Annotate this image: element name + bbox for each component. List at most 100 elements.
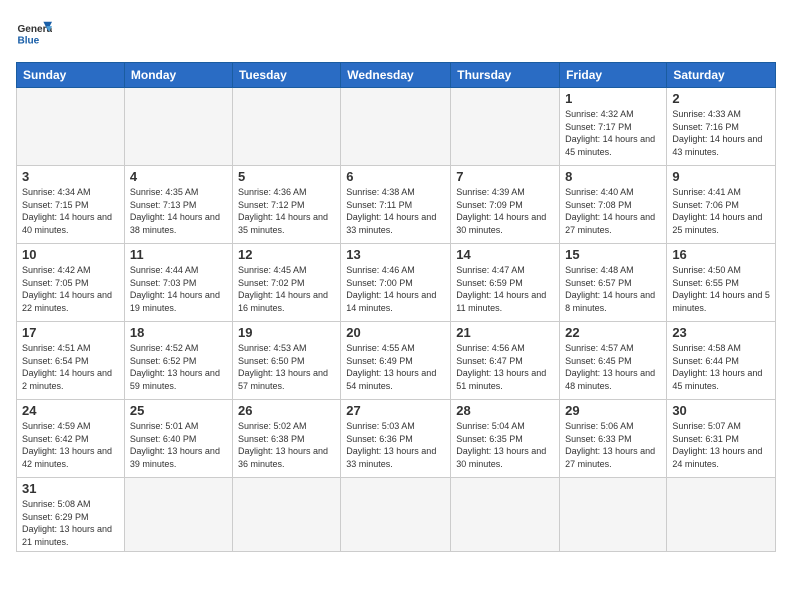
day-info: Sunrise: 4:45 AM Sunset: 7:02 PM Dayligh… xyxy=(238,264,335,314)
day-number: 5 xyxy=(238,169,335,184)
calendar-cell: 22Sunrise: 4:57 AM Sunset: 6:45 PM Dayli… xyxy=(560,322,667,400)
calendar-cell: 19 Sunrise: 4:53 AM Sunset: 6:50 PM Dayli… xyxy=(232,322,340,400)
day-info: Sunrise: 4:35 AM Sunset: 7:13 PM Dayligh… xyxy=(130,186,227,236)
calendar-cell: 17 Sunrise: 4:51 AM Sunset: 6:54 PM Dayli… xyxy=(17,322,125,400)
calendar-cell: 24 Sunrise: 4:59 AM Sunset: 6:42 PM Dayli… xyxy=(17,400,125,478)
calendar-cell: 27Sunrise: 5:03 AM Sunset: 6:36 PM Dayli… xyxy=(341,400,451,478)
calendar-cell: 31 Sunrise: 5:08 AM Sunset: 6:29 PM Dayli… xyxy=(17,478,125,552)
day-number: 4 xyxy=(130,169,227,184)
day-number: 23 xyxy=(672,325,770,340)
day-info: Sunrise: 5:08 AM Sunset: 6:29 PM Dayligh… xyxy=(22,498,119,548)
day-number: 25 xyxy=(130,403,227,418)
calendar-cell: 20Sunrise: 4:55 AM Sunset: 6:49 PM Dayli… xyxy=(341,322,451,400)
day-header-monday: Monday xyxy=(124,63,232,88)
day-info: Sunrise: 5:02 AM Sunset: 6:38 PM Dayligh… xyxy=(238,420,335,470)
calendar-cell: 4 Sunrise: 4:35 AM Sunset: 7:13 PM Daylig… xyxy=(124,166,232,244)
day-info: Sunrise: 4:59 AM Sunset: 6:42 PM Dayligh… xyxy=(22,420,119,470)
calendar-cell: 9Sunrise: 4:41 AM Sunset: 7:06 PM Daylig… xyxy=(667,166,776,244)
calendar-cell xyxy=(17,88,125,166)
calendar-cell: 1 Sunrise: 4:32 AM Sunset: 7:17 PM Daylig… xyxy=(560,88,667,166)
day-number: 16 xyxy=(672,247,770,262)
day-number: 27 xyxy=(346,403,445,418)
day-number: 31 xyxy=(22,481,119,496)
day-info: Sunrise: 5:06 AM Sunset: 6:33 PM Dayligh… xyxy=(565,420,661,470)
day-number: 29 xyxy=(565,403,661,418)
calendar-cell xyxy=(341,88,451,166)
day-info: Sunrise: 4:39 AM Sunset: 7:09 PM Dayligh… xyxy=(456,186,554,236)
day-info: Sunrise: 4:36 AM Sunset: 7:12 PM Dayligh… xyxy=(238,186,335,236)
day-number: 26 xyxy=(238,403,335,418)
day-info: Sunrise: 4:42 AM Sunset: 7:05 PM Dayligh… xyxy=(22,264,119,314)
day-info: Sunrise: 4:50 AM Sunset: 6:55 PM Dayligh… xyxy=(672,264,770,314)
day-number: 2 xyxy=(672,91,770,106)
day-info: Sunrise: 4:46 AM Sunset: 7:00 PM Dayligh… xyxy=(346,264,445,314)
calendar-cell: 14Sunrise: 4:47 AM Sunset: 6:59 PM Dayli… xyxy=(451,244,560,322)
day-info: Sunrise: 4:47 AM Sunset: 6:59 PM Dayligh… xyxy=(456,264,554,314)
svg-text:Blue: Blue xyxy=(17,35,39,46)
day-info: Sunrise: 4:53 AM Sunset: 6:50 PM Dayligh… xyxy=(238,342,335,392)
calendar-cell: 8 Sunrise: 4:40 AM Sunset: 7:08 PM Daylig… xyxy=(560,166,667,244)
calendar-cell: 11 Sunrise: 4:44 AM Sunset: 7:03 PM Dayli… xyxy=(124,244,232,322)
day-number: 28 xyxy=(456,403,554,418)
day-info: Sunrise: 4:57 AM Sunset: 6:45 PM Dayligh… xyxy=(565,342,661,392)
logo-icon: General Blue xyxy=(16,16,52,52)
day-info: Sunrise: 4:51 AM Sunset: 6:54 PM Dayligh… xyxy=(22,342,119,392)
day-number: 17 xyxy=(22,325,119,340)
calendar-table: SundayMondayTuesdayWednesdayThursdayFrid… xyxy=(16,62,776,552)
day-number: 7 xyxy=(456,169,554,184)
day-number: 30 xyxy=(672,403,770,418)
calendar-cell: 18 Sunrise: 4:52 AM Sunset: 6:52 PM Dayli… xyxy=(124,322,232,400)
day-info: Sunrise: 4:56 AM Sunset: 6:47 PM Dayligh… xyxy=(456,342,554,392)
day-number: 15 xyxy=(565,247,661,262)
day-info: Sunrise: 4:44 AM Sunset: 7:03 PM Dayligh… xyxy=(130,264,227,314)
day-number: 8 xyxy=(565,169,661,184)
day-number: 19 xyxy=(238,325,335,340)
day-info: Sunrise: 4:41 AM Sunset: 7:06 PM Dayligh… xyxy=(672,186,770,236)
day-info: Sunrise: 5:01 AM Sunset: 6:40 PM Dayligh… xyxy=(130,420,227,470)
calendar-cell: 25 Sunrise: 5:01 AM Sunset: 6:40 PM Dayli… xyxy=(124,400,232,478)
calendar-cell: 15 Sunrise: 4:48 AM Sunset: 6:57 PM Dayli… xyxy=(560,244,667,322)
day-header-tuesday: Tuesday xyxy=(232,63,340,88)
day-number: 3 xyxy=(22,169,119,184)
day-info: Sunrise: 4:48 AM Sunset: 6:57 PM Dayligh… xyxy=(565,264,661,314)
day-number: 6 xyxy=(346,169,445,184)
day-info: Sunrise: 4:52 AM Sunset: 6:52 PM Dayligh… xyxy=(130,342,227,392)
day-header-wednesday: Wednesday xyxy=(341,63,451,88)
calendar-cell xyxy=(232,478,340,552)
day-number: 1 xyxy=(565,91,661,106)
calendar-cell: 10 Sunrise: 4:42 AM Sunset: 7:05 PM Dayli… xyxy=(17,244,125,322)
day-header-saturday: Saturday xyxy=(667,63,776,88)
calendar-cell: 16 Sunrise: 4:50 AM Sunset: 6:55 PM Dayli… xyxy=(667,244,776,322)
calendar-cell xyxy=(124,478,232,552)
calendar-cell: 2Sunrise: 4:33 AM Sunset: 7:16 PM Daylig… xyxy=(667,88,776,166)
calendar-cell xyxy=(341,478,451,552)
day-header-sunday: Sunday xyxy=(17,63,125,88)
day-header-friday: Friday xyxy=(560,63,667,88)
day-info: Sunrise: 4:32 AM Sunset: 7:17 PM Dayligh… xyxy=(565,108,661,158)
calendar-cell: 29 Sunrise: 5:06 AM Sunset: 6:33 PM Dayli… xyxy=(560,400,667,478)
day-number: 13 xyxy=(346,247,445,262)
logo: General Blue xyxy=(16,16,52,52)
day-info: Sunrise: 4:34 AM Sunset: 7:15 PM Dayligh… xyxy=(22,186,119,236)
day-number: 10 xyxy=(22,247,119,262)
calendar-header-row: SundayMondayTuesdayWednesdayThursdayFrid… xyxy=(17,63,776,88)
calendar-cell: 23Sunrise: 4:58 AM Sunset: 6:44 PM Dayli… xyxy=(667,322,776,400)
calendar-cell xyxy=(451,478,560,552)
calendar-cell: 28Sunrise: 5:04 AM Sunset: 6:35 PM Dayli… xyxy=(451,400,560,478)
day-number: 11 xyxy=(130,247,227,262)
day-info: Sunrise: 4:55 AM Sunset: 6:49 PM Dayligh… xyxy=(346,342,445,392)
calendar-cell xyxy=(560,478,667,552)
calendar-cell: 12Sunrise: 4:45 AM Sunset: 7:02 PM Dayli… xyxy=(232,244,340,322)
calendar-cell: 6 Sunrise: 4:38 AM Sunset: 7:11 PM Daylig… xyxy=(341,166,451,244)
calendar-cell xyxy=(232,88,340,166)
calendar-cell: 26 Sunrise: 5:02 AM Sunset: 6:38 PM Dayli… xyxy=(232,400,340,478)
day-number: 18 xyxy=(130,325,227,340)
calendar-cell: 5 Sunrise: 4:36 AM Sunset: 7:12 PM Daylig… xyxy=(232,166,340,244)
day-info: Sunrise: 5:07 AM Sunset: 6:31 PM Dayligh… xyxy=(672,420,770,470)
calendar-cell xyxy=(667,478,776,552)
page-header: General Blue xyxy=(16,16,776,52)
day-info: Sunrise: 4:40 AM Sunset: 7:08 PM Dayligh… xyxy=(565,186,661,236)
day-number: 24 xyxy=(22,403,119,418)
day-info: Sunrise: 4:38 AM Sunset: 7:11 PM Dayligh… xyxy=(346,186,445,236)
calendar-cell: 21Sunrise: 4:56 AM Sunset: 6:47 PM Dayli… xyxy=(451,322,560,400)
